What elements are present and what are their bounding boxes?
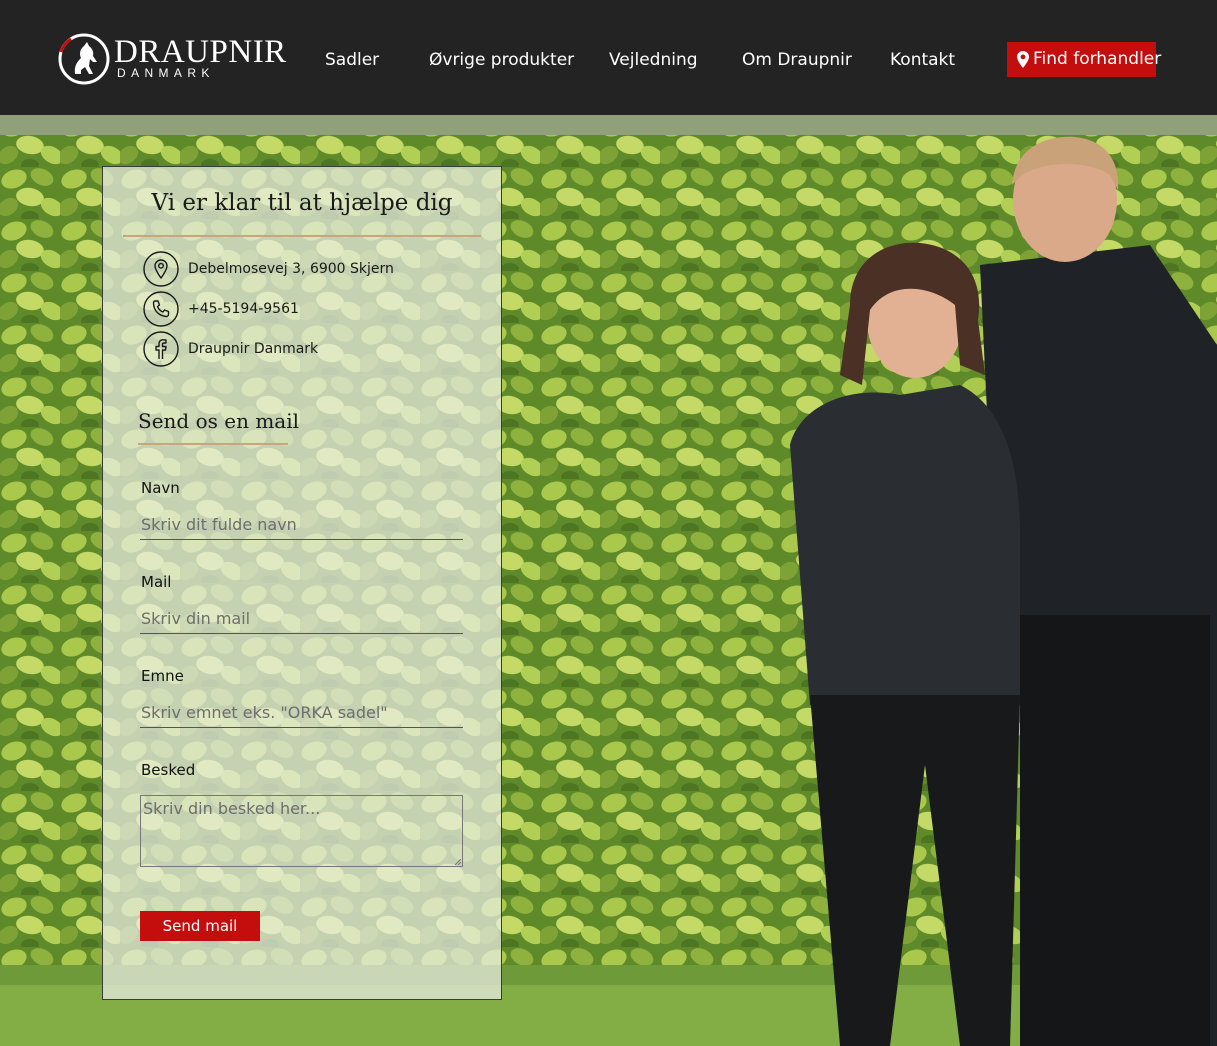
phone-text: +45-5194-9561	[188, 301, 299, 317]
find-dealer-label: Find forhandler	[1033, 49, 1162, 69]
location-icon	[143, 251, 179, 287]
facebook-text: Draupnir Danmark	[188, 341, 319, 357]
subject-input[interactable]	[140, 698, 463, 728]
address-text: Debelmosevej 3, 6900 Skjern	[188, 261, 394, 277]
contact-address: Debelmosevej 3, 6900 Skjern	[143, 251, 473, 287]
name-input[interactable]	[140, 510, 463, 540]
mail-label: Mail	[141, 573, 172, 591]
phone-icon	[143, 291, 179, 327]
contact-facebook[interactable]: Draupnir Danmark	[143, 331, 473, 367]
message-label: Besked	[141, 761, 196, 779]
send-mail-button[interactable]: Send mail	[140, 911, 260, 941]
contact-card: Vi er klar til at hjælpe dig Debelmoseve…	[102, 166, 502, 1000]
nav-item-vejledning[interactable]: Vejledning	[609, 48, 698, 72]
nav-item-om-draupnir[interactable]: Om Draupnir	[742, 48, 852, 72]
message-textarea[interactable]	[140, 795, 463, 867]
find-dealer-button[interactable]: Find forhandler	[1007, 42, 1161, 77]
nav-item-ovrige-produkter[interactable]: Øvrige produkter	[429, 48, 574, 72]
subject-label: Emne	[141, 667, 184, 685]
site-header: DRAUPNIR DANMARK Sadler Øvrige produkter…	[0, 0, 1217, 115]
facebook-icon	[143, 331, 179, 367]
brand-sub: DANMARK	[117, 66, 215, 80]
nav-item-sadler[interactable]: Sadler	[325, 48, 379, 72]
email-input[interactable]	[140, 604, 463, 634]
mail-heading-divider	[138, 443, 288, 445]
map-pin-icon	[1017, 51, 1029, 68]
resize-grip-icon[interactable]	[455, 859, 461, 865]
title-divider	[123, 235, 481, 237]
name-label: Navn	[141, 479, 180, 497]
logo[interactable]: DRAUPNIR DANMARK	[57, 32, 287, 88]
logo-emblem-icon	[58, 33, 110, 85]
nav-item-kontakt[interactable]: Kontakt	[890, 48, 955, 72]
brand-name: DRAUPNIR	[114, 34, 287, 70]
contact-phone[interactable]: +45-5194-9561	[143, 291, 473, 327]
card-title: Vi er klar til at hjælpe dig	[151, 190, 453, 216]
mail-form-heading: Send os en mail	[138, 409, 299, 433]
